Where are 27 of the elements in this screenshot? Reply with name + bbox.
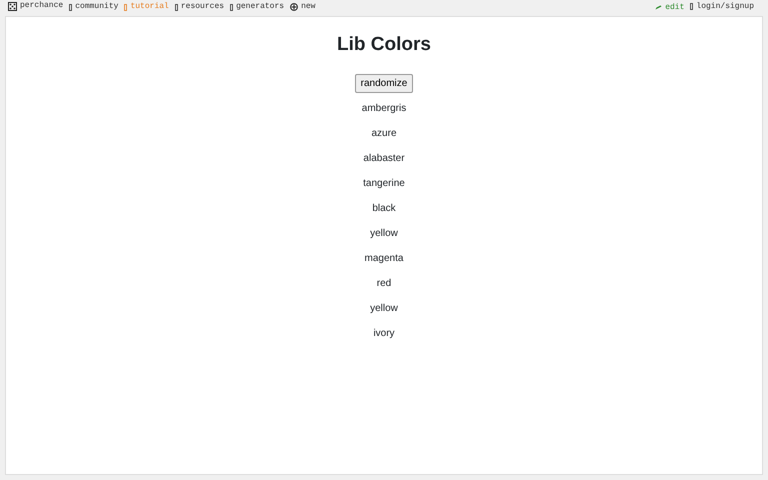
page-title: Lib Colors <box>337 33 431 57</box>
color-name: ambergris <box>362 102 406 116</box>
glyph-icon <box>124 4 128 11</box>
color-name: yellow <box>370 228 398 240</box>
color-name: black <box>372 202 396 216</box>
nav-link[interactable]: login/signup <box>690 0 754 13</box>
plus-icon <box>290 2 298 11</box>
dice-icon <box>8 2 17 11</box>
glyph-icon <box>230 4 234 11</box>
nav-link[interactable]: edit <box>655 2 684 14</box>
color-name: ivory <box>373 328 395 340</box>
randomize-button[interactable]: randomize <box>354 74 414 92</box>
color-name: yellow <box>370 302 398 316</box>
color-name: alabaster <box>363 152 405 166</box>
glyph-icon <box>690 3 694 10</box>
color-name: azure <box>371 128 396 140</box>
pencil-icon <box>655 5 662 10</box>
nav-link[interactable]: community <box>69 1 118 14</box>
nav-link[interactable]: new <box>290 0 316 13</box>
glyph-icon <box>174 4 178 11</box>
color-name: red <box>376 278 392 290</box>
color-name: magenta <box>364 252 404 266</box>
glyph-icon <box>69 4 72 11</box>
nav-link[interactable]: generators <box>230 1 284 14</box>
nav-link[interactable]: perchance <box>8 0 64 12</box>
nav-link[interactable]: resources <box>174 1 224 14</box>
color-name: tangerine <box>363 178 405 190</box>
